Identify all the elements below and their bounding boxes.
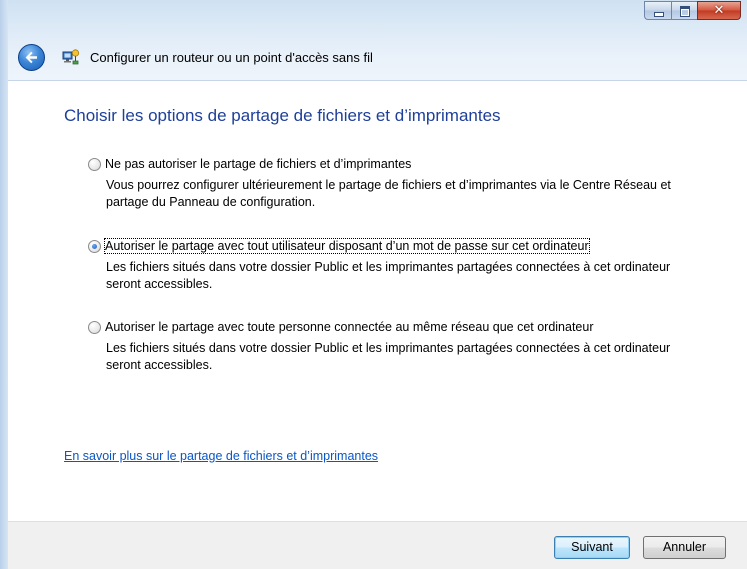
close-button[interactable]: ✕ — [697, 1, 741, 20]
page-title: Choisir les options de partage de fichie… — [64, 106, 501, 125]
window-left-border — [0, 0, 8, 569]
back-button[interactable] — [18, 44, 45, 71]
option-label[interactable]: Autoriser le partage avec tout utilisate… — [104, 238, 590, 254]
radio-password-sharing[interactable] — [88, 239, 101, 253]
back-arrow-icon — [25, 51, 37, 64]
learn-more-link[interactable]: En savoir plus sur le partage de fichier… — [64, 449, 378, 463]
close-icon: ✕ — [713, 3, 725, 18]
minimize-icon — [654, 12, 664, 17]
next-button[interactable]: Suivant — [554, 536, 630, 559]
option-label[interactable]: Autoriser le partage avec toute personne… — [105, 320, 594, 334]
wizard-footer: Suivant Annuler — [8, 521, 747, 569]
maximize-button[interactable] — [671, 1, 697, 20]
option-description: Les fichiers situés dans votre dossier P… — [106, 260, 671, 291]
option-password-sharing[interactable]: Autoriser le partage avec tout utilisate… — [88, 238, 706, 293]
network-wizard-icon — [62, 49, 80, 65]
option-no-sharing[interactable]: Ne pas autoriser le partage de fichiers … — [88, 156, 706, 211]
wizard-window: ✕ Configurer un routeur ou un point d'ac… — [0, 0, 747, 569]
wizard-content: Choisir les options de partage de fichie… — [8, 81, 747, 521]
option-label[interactable]: Ne pas autoriser le partage de fichiers … — [105, 157, 411, 171]
minimize-button[interactable] — [644, 1, 671, 20]
wizard-header: ✕ Configurer un routeur ou un point d'ac… — [0, 0, 747, 81]
radio-no-sharing[interactable] — [88, 157, 101, 171]
window-title: Configurer un routeur ou un point d'accè… — [90, 50, 373, 65]
cancel-button[interactable]: Annuler — [643, 536, 726, 559]
option-description: Les fichiers situés dans votre dossier P… — [106, 341, 671, 372]
option-description: Vous pourrez configurer ultérieurement l… — [106, 178, 671, 209]
radio-network-sharing[interactable] — [88, 320, 101, 334]
maximize-icon — [680, 6, 690, 17]
option-network-sharing[interactable]: Autoriser le partage avec toute personne… — [88, 319, 706, 374]
caption-buttons: ✕ — [644, 1, 741, 20]
